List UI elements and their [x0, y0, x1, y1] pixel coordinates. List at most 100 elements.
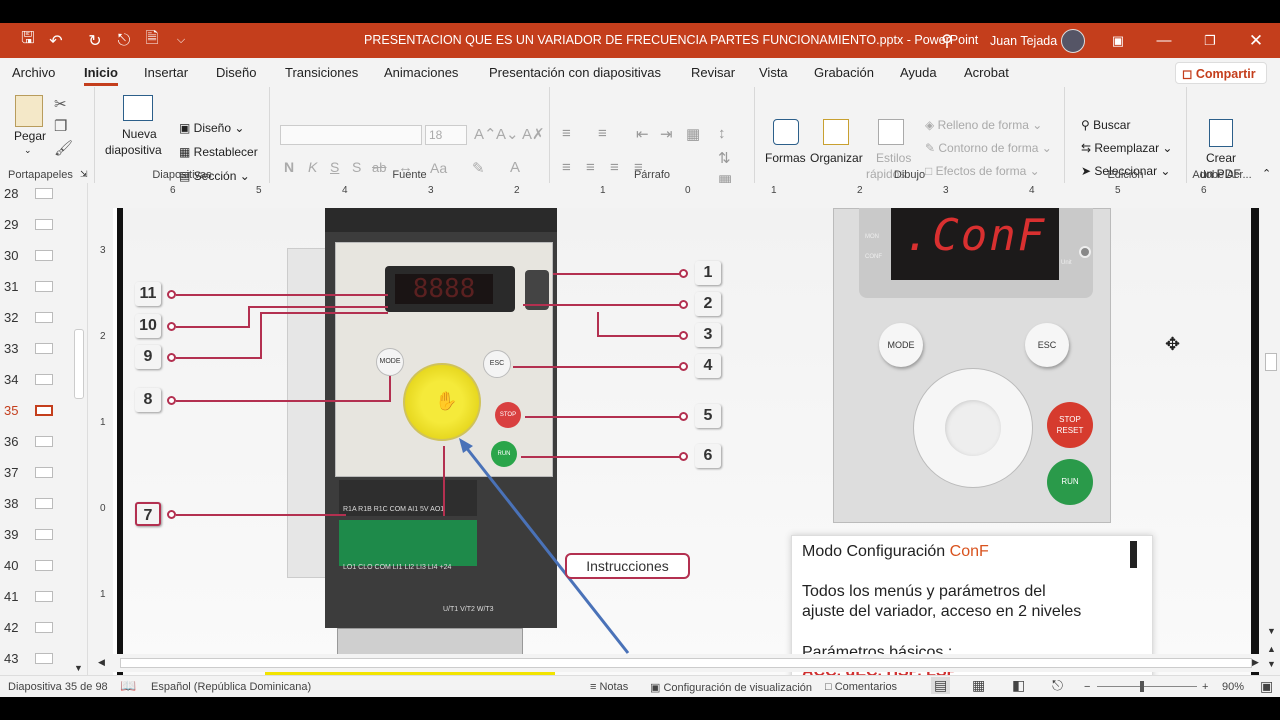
slide-thumbnail-36[interactable]: 36: [0, 431, 70, 453]
shape-fill-button[interactable]: ◈ Relleno de forma ⌄: [925, 118, 1042, 132]
comments-button[interactable]: □ Comentarios: [825, 681, 897, 693]
tab-archivo[interactable]: Archivo: [12, 65, 55, 80]
paste-button[interactable]: Pegar: [14, 129, 46, 143]
zoom-slider-thumb[interactable]: [1140, 681, 1144, 692]
zoom-slider-track[interactable]: [1097, 686, 1197, 687]
font-name-combo[interactable]: [280, 125, 422, 145]
numbering-icon[interactable]: ≡: [598, 125, 607, 142]
slide-thumbnail-34[interactable]: 34: [0, 369, 70, 391]
normal-view-icon[interactable]: ▤: [931, 677, 951, 694]
present-icon[interactable]: ⎋: [112, 23, 136, 58]
shapes-button[interactable]: Formas: [765, 151, 806, 165]
tab-transiciones[interactable]: Transiciones: [285, 65, 358, 80]
slide-thumbnail-41[interactable]: 41: [0, 586, 70, 608]
find-button[interactable]: ⚲ Buscar: [1081, 118, 1130, 132]
slide-thumbnail-31[interactable]: 31: [0, 276, 70, 298]
search-icon[interactable]: ⚲: [935, 23, 959, 58]
scroll-right-icon[interactable]: ▶: [1252, 657, 1259, 668]
slide-sorter-icon[interactable]: ▦: [972, 677, 985, 694]
slide-thumbnail-30[interactable]: 30: [0, 245, 70, 267]
slide-thumbnail-29[interactable]: 29: [0, 214, 70, 236]
prev-slide-icon[interactable]: ▲: [1267, 644, 1276, 654]
decrease-indent-icon[interactable]: ⇤: [636, 125, 649, 143]
slide-canvas[interactable]: 8888 MODE ESC ✋ STOP RUN R1A R1B R1C COM…: [113, 208, 1259, 675]
language-status[interactable]: Español (República Dominicana): [151, 681, 311, 693]
save-icon[interactable]: 🖫: [16, 23, 40, 58]
spellcheck-icon[interactable]: 📖: [120, 678, 136, 694]
slide-thumbnail-43[interactable]: 43: [0, 648, 70, 670]
ribbon-display-icon[interactable]: ▣: [1095, 23, 1141, 58]
reset-button[interactable]: ▦ Restablecer: [179, 145, 258, 159]
tab-diseno[interactable]: Diseño: [216, 65, 256, 80]
new-slide-label-2[interactable]: diapositiva: [105, 143, 162, 157]
text-direction-icon[interactable]: ⇅: [718, 149, 731, 167]
grow-font-icon[interactable]: A⌃: [474, 125, 497, 143]
scroll-down-icon[interactable]: ▼: [74, 663, 83, 673]
format-painter-icon[interactable]: 🖌: [54, 139, 73, 157]
layout-button[interactable]: ▣ Diseño ⌄: [179, 121, 244, 135]
tab-presentacion[interactable]: Presentación con diapositivas: [489, 65, 661, 80]
slide-thumbnail-28[interactable]: 28: [0, 183, 70, 205]
avatar[interactable]: [1061, 29, 1085, 53]
quick-styles-label-1[interactable]: Estilos: [876, 151, 911, 165]
paste-icon[interactable]: [15, 95, 43, 127]
undo-icon[interactable]: ↶: [44, 23, 68, 58]
clear-format-icon[interactable]: A✗: [522, 125, 545, 143]
customize-toolbar-icon[interactable]: ⌵: [169, 23, 193, 58]
copy-icon[interactable]: ❐: [54, 117, 67, 135]
tab-ayuda[interactable]: Ayuda: [900, 65, 937, 80]
redo-icon[interactable]: ↻: [83, 23, 107, 58]
zoom-level[interactable]: 90%: [1222, 681, 1244, 693]
paste-dropdown-icon[interactable]: ⌄: [24, 145, 32, 156]
scroll-down-arrow-icon[interactable]: ▼: [1267, 626, 1276, 636]
quick-styles-icon[interactable]: [878, 119, 904, 145]
vertical-scroll-thumb[interactable]: [1265, 353, 1277, 371]
create-pdf-icon[interactable]: [1209, 119, 1233, 147]
share-button[interactable]: ◻ Compartir: [1175, 62, 1267, 84]
restore-icon[interactable]: ❐: [1187, 23, 1233, 58]
clipboard-launcher-icon[interactable]: ⇲: [80, 169, 88, 180]
close-icon[interactable]: ✕: [1233, 23, 1279, 58]
slide-thumbnail-42[interactable]: 42: [0, 617, 70, 639]
tab-vista[interactable]: Vista: [759, 65, 788, 80]
line-spacing-icon[interactable]: ↕: [718, 125, 726, 142]
slide-thumbnail-39[interactable]: 39: [0, 524, 70, 546]
scroll-left-icon[interactable]: ◀: [98, 657, 105, 668]
arrange-icon[interactable]: [823, 119, 849, 145]
cut-icon[interactable]: ✂: [54, 95, 67, 113]
next-slide-icon[interactable]: ▼: [1267, 659, 1276, 669]
tab-revisar[interactable]: Revisar: [691, 65, 735, 80]
vertical-scrollbar[interactable]: ▼ ▲ ▼: [1263, 201, 1280, 676]
instructions-button[interactable]: Instrucciones: [565, 553, 690, 579]
notes-button[interactable]: ≡ Notas: [590, 681, 628, 693]
collapse-ribbon-icon[interactable]: ⌃: [1262, 167, 1271, 180]
zoom-in-button[interactable]: +: [1202, 681, 1208, 693]
shapes-icon[interactable]: [773, 119, 799, 145]
new-slide-icon[interactable]: [123, 95, 153, 121]
columns-icon[interactable]: ▦: [686, 125, 700, 143]
horizontal-scrollbar[interactable]: ◀ ▶: [95, 654, 1263, 672]
arrange-button[interactable]: Organizar: [810, 151, 863, 165]
slide-thumbnail-37[interactable]: 37: [0, 462, 70, 484]
new-slide-label-1[interactable]: Nueva: [122, 127, 157, 141]
slide-thumbnail-40[interactable]: 40: [0, 555, 70, 577]
tab-insertar[interactable]: Insertar: [144, 65, 188, 80]
horizontal-scroll-thumb[interactable]: [120, 658, 1252, 668]
tab-animaciones[interactable]: Animaciones: [384, 65, 458, 80]
fit-slide-icon[interactable]: ▣: [1260, 678, 1273, 695]
reading-view-icon[interactable]: ◧: [1012, 677, 1025, 694]
display-settings-button[interactable]: ▣ Configuración de visualización: [650, 681, 812, 694]
font-size-combo[interactable]: 18: [425, 125, 467, 145]
bullets-icon[interactable]: ≡: [562, 125, 571, 142]
slide-thumbnail-33[interactable]: 33: [0, 338, 70, 360]
minimize-icon[interactable]: —: [1141, 23, 1187, 58]
tab-inicio[interactable]: Inicio: [84, 65, 118, 86]
tab-grabacion[interactable]: Grabación: [814, 65, 874, 80]
slideshow-icon[interactable]: ⎋: [1052, 677, 1063, 694]
zoom-out-button[interactable]: −: [1084, 681, 1090, 693]
slide-thumbnail-38[interactable]: 38: [0, 493, 70, 515]
tab-acrobat[interactable]: Acrobat: [964, 65, 1009, 80]
replace-button[interactable]: ⇆ Reemplazar ⌄: [1081, 141, 1172, 155]
increase-indent-icon[interactable]: ⇥: [660, 125, 673, 143]
shape-outline-button[interactable]: ✎ Contorno de forma ⌄: [925, 141, 1052, 155]
